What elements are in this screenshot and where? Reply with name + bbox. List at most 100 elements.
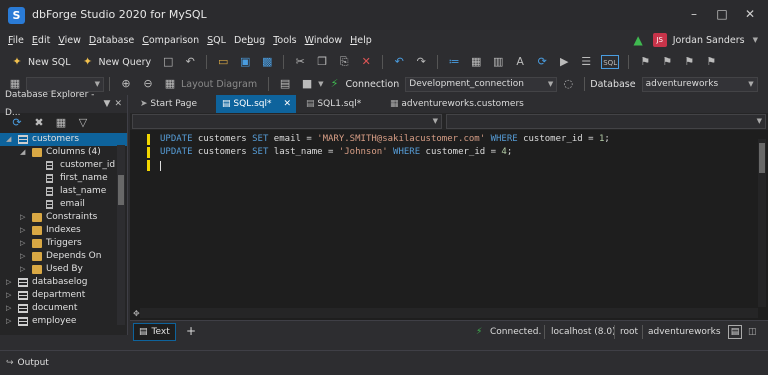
sql-document-icon[interactable]: ▤ xyxy=(278,77,292,91)
menu-tools[interactable]: Tools xyxy=(273,35,296,46)
menu-view[interactable]: View xyxy=(58,35,81,46)
expand-icon[interactable]: ▷ xyxy=(20,263,28,276)
tree-item-indexes[interactable]: ▷ Indexes xyxy=(0,224,127,237)
explorer-scrollbar[interactable] xyxy=(117,145,125,325)
split-icon[interactable]: ✥ xyxy=(133,309,140,318)
tree-item-triggers[interactable]: ▷ Triggers xyxy=(0,237,127,250)
collapse-icon[interactable]: ◢ xyxy=(6,133,14,146)
filter-icon[interactable]: ▽ xyxy=(76,116,90,130)
new-query-button[interactable]: New Query xyxy=(99,57,152,68)
output-panel-tab[interactable]: ↪ Output xyxy=(0,350,768,375)
expand-icon[interactable]: ▷ xyxy=(20,224,28,237)
bookmark-icon[interactable]: ⚑ xyxy=(638,55,652,69)
sql-editor[interactable]: ▼ ▼ UPDATE customers SET email = 'MARY.S… xyxy=(130,113,768,320)
menu-help[interactable]: Help xyxy=(350,35,372,46)
tab-sql[interactable]: ▤ SQL.sql* ✕ xyxy=(216,95,296,113)
save-icon[interactable]: ▣ xyxy=(238,55,252,69)
editor-scroll-thumb[interactable] xyxy=(759,143,765,173)
open-icon[interactable]: ↶ xyxy=(183,55,197,69)
close-panel-icon[interactable]: ✕ xyxy=(114,95,122,113)
close-tab-icon[interactable]: ✕ xyxy=(283,95,291,113)
bookmark-clear-icon[interactable]: ⚑ xyxy=(704,55,718,69)
tree-item-depends-on[interactable]: ▷ Depends On xyxy=(0,250,127,263)
execute-icon[interactable]: ▶ xyxy=(557,55,571,69)
sql-mode-icon[interactable]: SQL xyxy=(601,55,620,69)
delete-icon[interactable]: ✕ xyxy=(359,55,373,69)
tree-item-databaselog[interactable]: ▷ databaselog xyxy=(0,276,127,289)
font-case-icon[interactable]: A xyxy=(513,55,527,69)
grid-icon[interactable]: ▥ xyxy=(491,55,505,69)
connection-options-icon[interactable]: ◌ xyxy=(561,77,575,91)
document-icon[interactable]: ■ xyxy=(300,77,314,91)
database-select[interactable]: adventureworks ▼ xyxy=(641,76,758,92)
tree-item-first-name[interactable]: first_name xyxy=(0,172,127,185)
expand-icon[interactable]: ▷ xyxy=(6,302,14,315)
add-view-button[interactable]: + xyxy=(186,324,196,338)
paste-icon[interactable]: ⎘ xyxy=(337,55,351,69)
user-area[interactable]: ▲ JS Jordan Sanders ▼ xyxy=(634,32,758,48)
menu-edit[interactable]: Edit xyxy=(32,35,50,46)
refresh-icon[interactable]: ⟳ xyxy=(10,116,24,130)
cut-icon[interactable]: ✂ xyxy=(293,55,307,69)
expand-icon[interactable]: ▷ xyxy=(6,276,14,289)
text-view-tab[interactable]: ▤ Text xyxy=(133,323,176,341)
object-nav-select[interactable]: ▼ xyxy=(132,114,442,129)
code-line-2[interactable]: UPDATE customers SET last_name = 'Johnso… xyxy=(160,147,512,157)
pin-icon[interactable]: ▼ xyxy=(104,95,111,113)
member-nav-select[interactable]: ▼ xyxy=(446,114,766,129)
tree-item-last-name[interactable]: last_name xyxy=(0,185,127,198)
copy-icon[interactable]: ❐ xyxy=(315,55,329,69)
bookmark-prev-icon[interactable]: ⚑ xyxy=(660,55,674,69)
update-icon[interactable]: ▲ xyxy=(634,33,643,47)
explorer-scroll-thumb[interactable] xyxy=(118,175,124,205)
bookmark-next-icon[interactable]: ⚑ xyxy=(682,55,696,69)
zoom-in-icon[interactable]: ⊕ xyxy=(119,77,133,91)
new-sql-button[interactable]: New SQL xyxy=(28,57,71,68)
tree-item-email[interactable]: email xyxy=(0,198,127,211)
tree-item-document[interactable]: ▷ document xyxy=(0,302,127,315)
collapse-icon[interactable]: ◢ xyxy=(20,146,28,159)
new-icon[interactable]: □ xyxy=(161,55,175,69)
layout-diagram-button[interactable]: Layout Diagram xyxy=(181,79,257,90)
tree-item-columns-4[interactable]: ◢ Columns (4) xyxy=(0,146,127,159)
menu-comparison[interactable]: Comparison xyxy=(142,35,199,46)
layout-toggle-icon[interactable]: ▤ xyxy=(728,325,742,339)
connection-select[interactable]: Development_connection ▼ xyxy=(405,76,558,92)
format-icon[interactable]: ≔ xyxy=(447,55,461,69)
menu-file[interactable]: File xyxy=(8,35,24,46)
tree-item-customer-id[interactable]: customer_id xyxy=(0,159,127,172)
menu-database[interactable]: Database xyxy=(89,35,134,46)
expand-icon[interactable]: ▷ xyxy=(20,250,28,263)
tab-sql1[interactable]: ▤ SQL1.sql* xyxy=(300,95,367,113)
menu-sql[interactable]: SQL xyxy=(207,35,226,46)
editor-vertical-scrollbar[interactable] xyxy=(758,139,766,307)
expand-icon[interactable]: ▷ xyxy=(20,211,28,224)
tab-start-page[interactable]: ➤ Start Page xyxy=(134,95,203,113)
expand-icon[interactable]: ▷ xyxy=(6,315,14,328)
zoom-out-icon[interactable]: ⊖ xyxy=(141,77,155,91)
editor-horizontal-scrollbar[interactable] xyxy=(140,308,758,318)
save-all-icon[interactable]: ▩ xyxy=(260,55,274,69)
disconnect-icon[interactable]: ✖ xyxy=(32,116,46,130)
expand-icon[interactable]: ▷ xyxy=(6,289,14,302)
minimize-button[interactable]: – xyxy=(680,4,708,24)
panel-layout-icon[interactable]: ◫ xyxy=(748,321,757,343)
tree-item-constraints[interactable]: ▷ Constraints xyxy=(0,211,127,224)
tree-item-used-by[interactable]: ▷ Used By xyxy=(0,263,127,276)
add-connection-icon[interactable]: ▦ xyxy=(54,116,68,130)
tree-item-employee[interactable]: ▷ employee xyxy=(0,315,127,328)
tab-adventureworks-customers[interactable]: ▦ adventureworks.customers xyxy=(384,95,530,113)
code-line-1[interactable]: UPDATE customers SET email = 'MARY.SMITH… xyxy=(160,134,610,144)
maximize-button[interactable]: □ xyxy=(708,4,736,24)
refresh-icon[interactable]: ⟳ xyxy=(535,55,549,69)
undo-icon[interactable]: ↶ xyxy=(392,55,406,69)
folder-open-icon[interactable]: ▭ xyxy=(216,55,230,69)
tree-item-customers[interactable]: ◢ customers xyxy=(0,133,127,146)
tree-item-department[interactable]: ▷ department xyxy=(0,289,127,302)
table-icon[interactable]: ▦ xyxy=(469,55,483,69)
menu-window[interactable]: Window xyxy=(305,35,342,46)
close-button[interactable]: ✕ xyxy=(736,4,764,24)
redo-icon[interactable]: ↷ xyxy=(414,55,428,69)
expand-icon[interactable]: ▷ xyxy=(20,237,28,250)
list-icon[interactable]: ☰ xyxy=(579,55,593,69)
